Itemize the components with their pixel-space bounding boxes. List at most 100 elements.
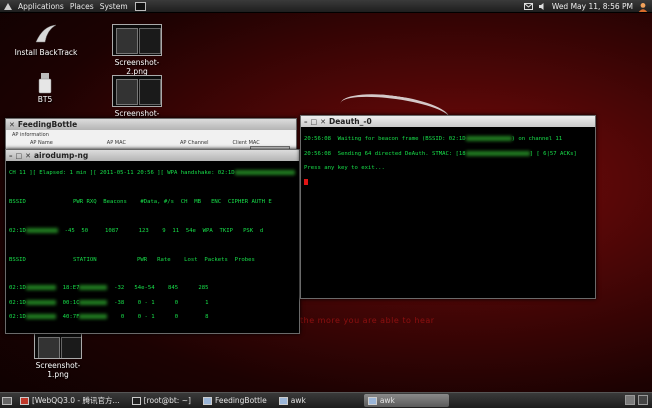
station-values: -32 54e-54 845 285 <box>107 285 209 292</box>
station-values: -38 0 - 1 0 1 <box>107 299 209 306</box>
close-icon[interactable]: ✕ <box>320 118 326 126</box>
menu-places[interactable]: Places <box>67 2 97 11</box>
desktop-icon-label: Screenshot-2.png <box>114 58 160 76</box>
task-awk-1[interactable]: awk <box>275 394 360 407</box>
window-controls: – □ ✕ <box>304 118 326 126</box>
backtrack-logo-icon[interactable] <box>3 2 13 11</box>
image-thumbnail-icon <box>112 75 162 107</box>
window-title: Deauth_-0 <box>329 117 372 126</box>
line-text: ) on channel 11 <box>511 136 563 143</box>
airodump-window[interactable]: – □ ✕ airodump-ng CH 11 ][ Elapsed: 1 mi… <box>5 149 300 334</box>
ap-row: 02:1D -45 50 1087 123 9 11 54e WPA TKIP … <box>9 227 296 235</box>
maximize-icon[interactable]: □ <box>311 118 318 126</box>
window-title: FeedingBottle <box>17 120 78 129</box>
station-bssid: 02:1D <box>9 314 26 321</box>
window-controls: – □ ✕ <box>9 152 31 160</box>
workspace-switcher[interactable] <box>625 395 648 405</box>
window-icon <box>367 396 377 405</box>
menu-system[interactable]: System <box>97 2 131 11</box>
task-feedingbottle[interactable]: FeedingBottle <box>199 394 271 407</box>
ap-bssid: 02:1D <box>9 227 26 234</box>
station-row: 02:1D 40:7F 0 0 - 1 0 8 <box>9 314 296 321</box>
line-text: 20:56:08 Waiting for beacon frame (BSSID… <box>304 136 466 143</box>
show-desktop-icon[interactable] <box>2 396 12 406</box>
terminal-line: 20:56:08 Waiting for beacon frame (BSSID… <box>304 136 592 143</box>
airodump-terminal[interactable]: CH 11 ][ Elapsed: 1 min ][ 2011-05-11 20… <box>6 161 299 338</box>
station-mac: 40:7F <box>62 314 80 321</box>
volume-icon[interactable] <box>538 2 547 11</box>
column-header: AP MAC <box>106 140 126 146</box>
redacted-mac <box>79 285 108 291</box>
clock[interactable]: Wed May 11, 8:56 PM <box>552 2 633 11</box>
redacted-mac <box>465 136 512 142</box>
station-bssid: 02:1D <box>9 299 26 306</box>
backtrack-dragon-icon <box>35 24 57 43</box>
image-thumbnail-icon <box>112 24 162 56</box>
usb-drive-icon <box>38 73 52 94</box>
workspace-2[interactable] <box>638 395 648 405</box>
task-label: [root@bt: ~] <box>143 396 191 405</box>
column-header: AP Channel <box>179 140 209 146</box>
redacted-mac <box>25 285 56 291</box>
minimize-icon[interactable]: – <box>304 118 308 126</box>
task-label: awk <box>379 396 395 405</box>
window-titlebar[interactable]: – □ ✕ Deauth_-0 <box>301 116 595 127</box>
section-label: AP information <box>12 132 49 138</box>
task-label: FeedingBottle <box>214 396 267 405</box>
deauth-terminal[interactable]: 20:56:08 Waiting for beacon frame (BSSID… <box>301 127 595 205</box>
window-titlebar[interactable]: – □ ✕ airodump-ng <box>6 150 299 161</box>
task-label: awk <box>290 396 306 405</box>
window-title: airodump-ng <box>34 151 89 160</box>
task-root-terminal[interactable]: [root@bt: ~] <box>128 394 195 407</box>
task-awk-2[interactable]: awk <box>363 394 449 407</box>
redacted-mac <box>25 299 56 305</box>
terminal-launcher-icon[interactable] <box>134 1 146 11</box>
window-controls: ✕ <box>9 121 15 129</box>
menu-applications[interactable]: Applications <box>15 2 67 11</box>
deauth-window[interactable]: – □ ✕ Deauth_-0 20:56:08 Waiting for bea… <box>300 115 596 299</box>
desktop-icon-bt5-drive[interactable]: BT5 <box>30 72 60 104</box>
status-line: CH 11 ][ Elapsed: 1 min ][ 2011-05-11 20… <box>9 170 235 177</box>
redacted-mac <box>465 150 530 156</box>
station-mac: 18:E7 <box>62 285 80 292</box>
maximize-icon[interactable]: □ <box>16 152 23 160</box>
station-row: 02:1D 18:E7 -32 54e-54 845 285 <box>9 285 296 292</box>
mail-icon[interactable] <box>523 2 533 11</box>
line-text: 20:56:08 Sending 64 directed DeAuth. STM… <box>304 150 466 157</box>
top-panel: Applications Places System Wed May 11, 8… <box>0 0 652 13</box>
line-text: Press any key to exit... <box>304 165 385 172</box>
close-icon[interactable]: ✕ <box>9 121 15 129</box>
terminal-icon <box>131 396 141 405</box>
line-text: ] [ 6|57 ACKs] <box>529 150 577 157</box>
desktop-icon-install-backtrack[interactable]: Install BackTrack <box>12 22 80 57</box>
close-icon[interactable]: ✕ <box>25 152 31 160</box>
terminal-line: 20:56:08 Sending 64 directed DeAuth. STM… <box>304 150 592 158</box>
redacted-mac <box>234 170 295 176</box>
station-values: 0 0 - 1 0 8 <box>107 314 209 321</box>
redacted-mac <box>79 299 108 305</box>
desktop-icon-label: BT5 <box>37 95 53 104</box>
window-icon <box>278 396 288 405</box>
wallpaper-text: the more you are able to hear <box>300 316 435 325</box>
task-webqq[interactable]: [WebQQ3.0 - 腾讯官方... <box>16 394 124 407</box>
station-row: 02:1D 00:1C -38 0 - 1 0 1 <box>9 299 296 307</box>
terminal-line: Press any key to exit... <box>304 165 592 172</box>
task-label: [WebQQ3.0 - 腾讯官方... <box>32 396 120 405</box>
station-bssid: 02:1D <box>9 285 26 292</box>
user-icon[interactable] <box>638 2 648 12</box>
terminal-line: BSSID STATION PWR Rate Lost Packets Prob… <box>9 256 255 263</box>
terminal-line <box>304 179 592 188</box>
desktop-icon-screenshot-1[interactable]: Screenshot-1.png <box>26 333 90 379</box>
window-titlebar[interactable]: ✕ FeedingBottle <box>6 119 296 130</box>
minimize-icon[interactable]: – <box>9 152 13 160</box>
station-mac: 00:1C <box>62 299 80 306</box>
workspace-1[interactable] <box>625 395 635 405</box>
terminal-cursor <box>304 179 308 186</box>
ap-values: -45 50 1087 123 9 11 54e WPA TKIP PSK d <box>57 227 264 234</box>
redacted-mac <box>79 314 108 320</box>
desktop-icon-screenshot-2[interactable]: Screenshot-2.png <box>105 24 169 76</box>
